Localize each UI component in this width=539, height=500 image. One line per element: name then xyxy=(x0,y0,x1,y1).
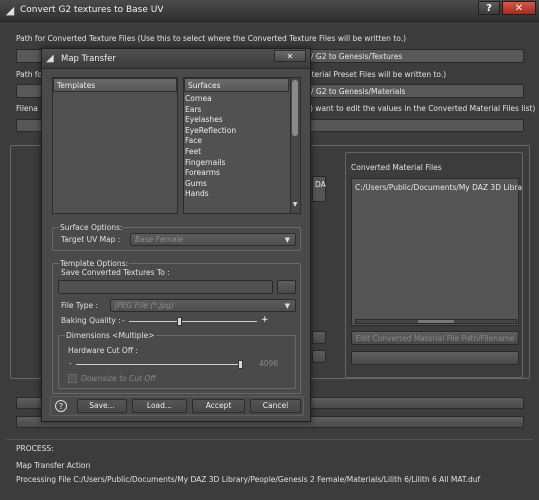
baking-quality-label: Baking Quality : xyxy=(61,316,121,325)
material-path-label-end: aterial Preset Files will be written to.… xyxy=(307,70,447,79)
surface-options-group: Surface Options: Target UV Map : Base Fe… xyxy=(52,223,301,251)
slider-minus-label: - xyxy=(122,316,125,325)
process-action-text: Map Transfer Action xyxy=(16,461,91,470)
surfaces-items: Cornea Ears Eyelashes EyeReflection Face… xyxy=(185,94,289,213)
window-title: Convert G2 textures to Base UV xyxy=(20,5,164,15)
surface-item[interactable]: Ears xyxy=(185,105,201,116)
edit-path-button[interactable]: Edit Converted Material File Path/Filena… xyxy=(351,331,519,345)
hardware-cutoff-value: 4096 xyxy=(259,359,279,368)
converted-material-group: Converted Material Files C:/Users/Public… xyxy=(345,152,523,378)
surfaces-header[interactable]: Surfaces xyxy=(184,78,289,92)
file-type-select[interactable]: JPEG File (*.jpg) ▼ xyxy=(110,299,296,312)
slider-thumb[interactable] xyxy=(238,360,243,369)
help-button[interactable]: ? xyxy=(478,1,500,15)
surface-item[interactable]: Fingernails xyxy=(185,158,225,169)
process-label: PROCESS: xyxy=(16,444,54,453)
slider-minus-label: - xyxy=(69,359,72,368)
surface-item[interactable]: Gums xyxy=(185,179,207,190)
baking-quality-slider[interactable]: - + xyxy=(121,315,271,326)
target-uv-value: Base Female xyxy=(135,235,184,244)
material-path-value: / G2 to Genesis/Materials xyxy=(311,87,406,96)
template-options-label: Template Options: xyxy=(59,259,130,268)
slider-track[interactable] xyxy=(76,364,241,365)
surface-options-label: Surface Options: xyxy=(59,223,124,232)
surface-item[interactable]: Eyelashes xyxy=(185,115,223,126)
slider-track[interactable] xyxy=(129,321,257,322)
daz-app-icon: ◢ xyxy=(5,4,15,17)
load-button[interactable]: Load... xyxy=(132,399,187,413)
surfaces-list[interactable]: Surfaces Cornea Ears Eyelashes EyeReflec… xyxy=(183,77,301,214)
surface-item[interactable]: Face xyxy=(185,136,202,147)
hardware-cutoff-slider[interactable]: - xyxy=(68,359,248,369)
source-list-edge: DA xyxy=(312,176,326,202)
templates-list[interactable]: Templates xyxy=(52,77,178,214)
downsize-checkbox[interactable] xyxy=(68,374,77,383)
surface-item[interactable]: Forearms xyxy=(185,168,220,179)
texture-path-value: / G2 to Genesis/Textures xyxy=(311,52,403,61)
slider-plus-label: + xyxy=(261,315,269,325)
vertical-scrollbar[interactable]: ▼ xyxy=(290,78,300,213)
material-path-label-start: Path fo xyxy=(16,70,43,79)
dialog-close-button[interactable]: ✕ xyxy=(274,50,306,62)
daz-app-icon: ◢ xyxy=(46,53,54,64)
surface-item[interactable]: EyeReflection xyxy=(185,126,236,137)
texture-path-label: Path for Converted Texture Files (Use th… xyxy=(16,34,406,43)
material-action-button[interactable] xyxy=(351,351,519,365)
target-uv-label: Target UV Map : xyxy=(61,235,121,244)
cancel-button[interactable]: Cancel xyxy=(250,399,301,413)
surface-item[interactable]: Cornea xyxy=(185,94,212,105)
templates-header[interactable]: Templates xyxy=(53,78,177,92)
scrollbar-thumb[interactable] xyxy=(418,320,454,323)
dialog-button-bar: ? Save... Load... Accept Cancel xyxy=(50,396,304,416)
template-options-group: Template Options: Save Converted Texture… xyxy=(52,259,301,394)
filename-label-start: Filena xyxy=(16,104,38,113)
horizontal-scrollbar[interactable] xyxy=(355,319,517,324)
scrollbar-thumb[interactable] xyxy=(292,80,298,136)
process-file-text: Processing File C:/Users/Public/Document… xyxy=(16,475,481,484)
dialog-title: Map Transfer xyxy=(61,54,116,64)
browse-path-button[interactable] xyxy=(277,280,296,294)
surface-item[interactable]: Hands xyxy=(185,189,209,200)
accept-button[interactable]: Accept xyxy=(192,399,245,413)
partial-list-text: DA xyxy=(315,180,326,189)
target-uv-select[interactable]: Base Female ▼ xyxy=(130,233,296,246)
save-textures-label: Save Converted Textures To : xyxy=(61,268,170,277)
title-bar: ◢ Convert G2 textures to Base UV ? ✕ xyxy=(0,0,539,22)
file-type-value: JPEG File (*.jpg) xyxy=(115,301,174,310)
hardware-cutoff-label: Hardware Cut Off : xyxy=(68,346,138,355)
save-textures-path-field[interactable] xyxy=(58,280,273,294)
scroll-down-icon[interactable]: ▼ xyxy=(292,200,298,210)
chevron-down-icon: ▼ xyxy=(284,302,290,310)
dialog-title-bar: ◢ Map Transfer ✕ xyxy=(42,49,310,69)
filename-label-end: ) want to edit the values in the Convert… xyxy=(310,104,536,113)
chevron-down-icon: ▼ xyxy=(284,236,290,244)
surface-item[interactable]: Feet xyxy=(185,147,201,158)
save-button[interactable]: Save... xyxy=(77,399,127,413)
converted-material-header: Converted Material Files xyxy=(351,163,442,172)
converted-material-list[interactable]: C:/Users/Public/Documents/My DAZ 3D Libr… xyxy=(351,178,522,326)
dimensions-group: Dimensions <Multiple> Hardware Cut Off :… xyxy=(58,331,296,389)
map-transfer-dialog: ◢ Map Transfer ✕ Templates Surfaces Corn… xyxy=(41,48,311,422)
source-button-edge[interactable] xyxy=(312,331,326,344)
source-button-edge-2[interactable] xyxy=(312,350,326,363)
file-type-label: File Type : xyxy=(61,301,99,310)
close-window-button[interactable]: ✕ xyxy=(502,1,536,15)
dimensions-label: Dimensions <Multiple> xyxy=(65,331,156,340)
slider-thumb[interactable] xyxy=(177,317,183,326)
converted-material-item[interactable]: C:/Users/Public/Documents/My DAZ 3D Libr… xyxy=(355,183,522,192)
downsize-label: Downsize to Cut Off xyxy=(81,374,156,383)
help-icon[interactable]: ? xyxy=(55,400,67,412)
